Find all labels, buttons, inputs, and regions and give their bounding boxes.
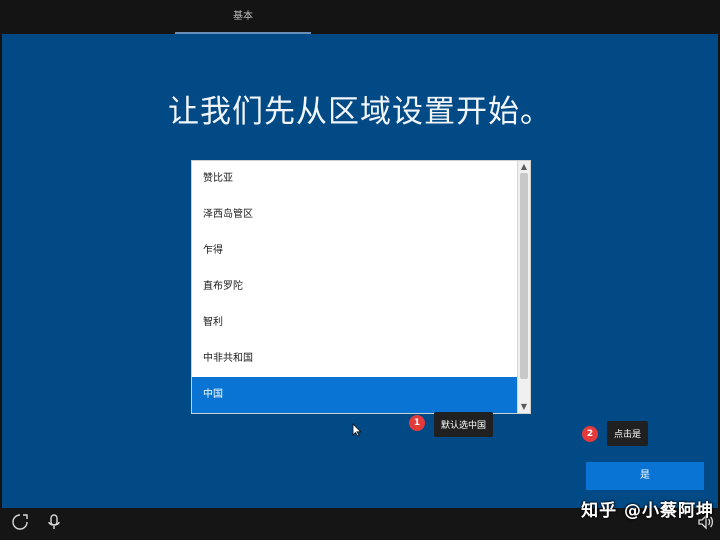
- step2-tooltip: 点击是: [607, 421, 649, 446]
- scroll-up-icon[interactable]: ▲: [518, 161, 530, 173]
- scroll-thumb[interactable]: [520, 173, 528, 379]
- list-item[interactable]: 直布罗陀: [192, 269, 517, 305]
- microphone-icon[interactable]: [42, 510, 66, 534]
- list-item[interactable]: 乍得: [192, 233, 517, 269]
- scroll-down-icon[interactable]: ▼: [518, 401, 530, 413]
- list-item[interactable]: 智利: [192, 305, 517, 341]
- list-scrollbar[interactable]: ▲ ▼: [517, 161, 530, 413]
- step-badge-2: 2: [582, 426, 598, 442]
- mouse-cursor-icon: [352, 423, 362, 437]
- step1-tooltip: 默认选中国: [434, 412, 494, 437]
- tab-basic[interactable]: 基本: [175, 0, 311, 34]
- step-badge-1: 1: [409, 415, 425, 431]
- region-list[interactable]: 赞比亚 泽西岛管区 乍得 直布罗陀 智利 中非共和国 中国 ▲ ▼: [191, 160, 531, 414]
- accessibility-icon[interactable]: [8, 510, 32, 534]
- list-item[interactable]: 泽西岛管区: [192, 197, 517, 233]
- list-item[interactable]: 中非共和国: [192, 341, 517, 377]
- list-item-selected[interactable]: 中国: [192, 377, 517, 413]
- yes-button[interactable]: 是: [586, 462, 704, 490]
- page-title: 让我们先从区域设置开始。: [168, 94, 552, 130]
- oobe-screen: 基本 让我们先从区域设置开始。 赞比亚 泽西岛管区 乍得 直布罗陀 智利 中非共…: [0, 0, 720, 540]
- top-bar: [0, 0, 720, 34]
- watermark-text: 知乎 @小蔡阿坤: [581, 501, 714, 521]
- list-item[interactable]: 赞比亚: [192, 161, 517, 197]
